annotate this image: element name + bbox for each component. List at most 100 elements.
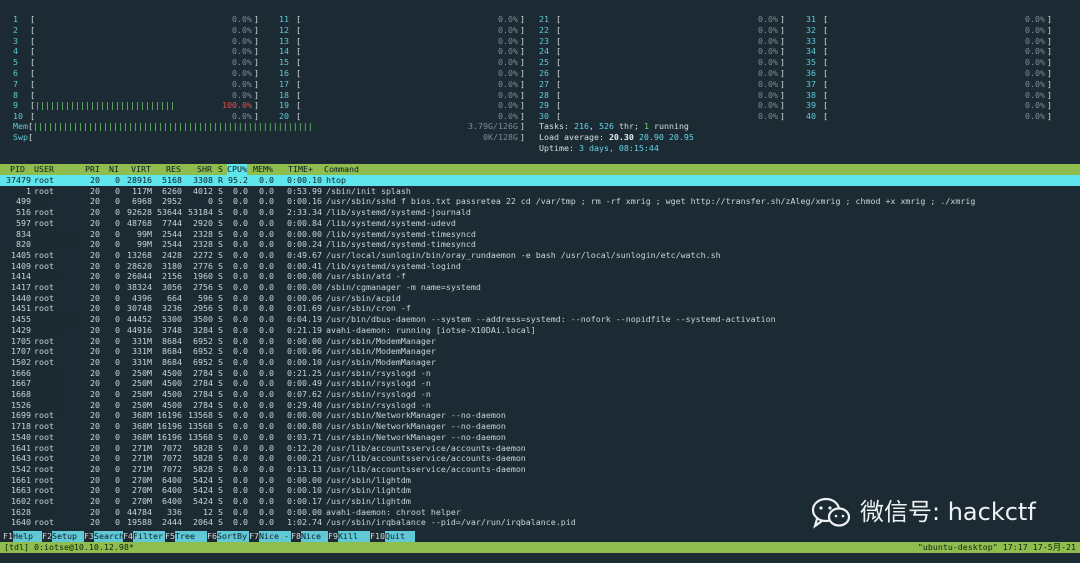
process-row[interactable]: 820 systemd-t 20 0 99M 2544 2328 S 0.0 0.0 0:00.24… (0, 239, 1080, 250)
column-cpu-sorted[interactable]: CPU% (227, 164, 247, 175)
function-key-f10[interactable]: F10 (370, 531, 385, 542)
process-nice: 0 (115, 421, 120, 432)
process-nice: 0 (115, 378, 120, 389)
process-row[interactable]: 1409 root 20 0 28620 3180 2776 S 0.0 0.0 0:00.41/l… (0, 261, 1080, 272)
process-row[interactable]: 1455 messagebu 20 0 44452 5300 3500 S 0.0 0.0 0:04… (0, 314, 1080, 325)
process-row[interactable]: 1661 root 20 0 270M 6400 5424 S 0.0 0.0 0:00.00/us… (0, 475, 1080, 486)
column-mem[interactable]: MEM% (253, 164, 273, 175)
process-row[interactable]: 1429 avahi 20 0 44916 3748 3284 S 0.0 0.0 0:21.19 a… (0, 325, 1080, 336)
process-state: S (218, 506, 223, 517)
function-key-f1[interactable]: F1 (3, 531, 13, 542)
process-mem: 0.0 (259, 421, 274, 432)
process-cpu: 0.0 (233, 367, 248, 378)
process-row[interactable]: 1666 syslog 20 0 250M 4500 2784 S 0.0 0.0 0:21.25 /… (0, 368, 1080, 379)
process-row[interactable]: 1405 root 20 0 13268 2428 2272 S 0.0 0.0 0:49.67/u… (0, 250, 1080, 261)
column-shr[interactable]: SHR (197, 164, 212, 175)
function-key-f7[interactable]: F7 (249, 531, 259, 542)
process-mem: 0.0 (259, 185, 274, 196)
process-time: 0:00.00 (287, 506, 322, 517)
process-row[interactable]: 1705 root 20 0 331M 8684 6952 S 0.0 0.0 0:00.00/us… (0, 336, 1080, 347)
process-cpu: 0.0 (233, 335, 248, 346)
function-key-label-nice[interactable]: Nice - (259, 531, 291, 542)
process-user: avahi (34, 324, 59, 335)
process-row[interactable]: 1451 root 20 0 30748 3236 2956 S 0.0 0.0 0:01.69/u… (0, 303, 1080, 314)
process-cpu: 0.0 (233, 463, 248, 474)
meter-bracket-close: ] (1047, 24, 1052, 35)
process-row[interactable]: 597 root 20 0 48768 7744 2920 S 0.0 0.0 0:00.84/li… (0, 218, 1080, 229)
process-row[interactable]: 1663 root 20 0 270M 6400 5424 S 0.0 0.0 0:00.10/us… (0, 485, 1080, 496)
process-row[interactable]: 1667 syslog 20 0 250M 4500 2784 S 0.0 0.0 0:00.49 /… (0, 378, 1080, 389)
process-row[interactable]: 1542 root 20 0 271M 7072 5828 S 0.0 0.0 0:13.13/us… (0, 464, 1080, 475)
process-row[interactable]: 1641 root 20 0 271M 7072 5828 S 0.0 0.0 0:12.20/us… (0, 443, 1080, 454)
cpu-meter: 2 [0.0%] (13, 25, 259, 36)
meter-bracket-open: [ (30, 68, 35, 78)
process-row[interactable]: 1417 root 20 0 38324 3056 2756 S 0.0 0.0 0:00.00/s… (0, 282, 1080, 293)
function-key-label-kill[interactable]: Kill (338, 531, 370, 542)
function-key-label-setup[interactable]: Setup (52, 531, 84, 542)
column-command[interactable]: Command (324, 164, 359, 175)
process-pid: 834 (16, 228, 31, 239)
process-cpu: 0.0 (233, 314, 248, 325)
process-command: /usr/sbin/lightdm (326, 485, 411, 496)
meter-bracket-open: [ (296, 35, 301, 46)
process-command: /usr/sbin/rsyslogd -n (326, 378, 431, 389)
process-pid: 1440 (11, 292, 31, 303)
cpu-meter-id: 8 (13, 89, 18, 100)
process-row[interactable]: 516 root 20 0 92628 53644 53184 S 0.0 0.0 2:33.34 /… (0, 207, 1080, 218)
process-row[interactable]: 1699 root 20 0 368M 16196 13568 S 0.0 0.0 0:00.00 /… (0, 410, 1080, 421)
process-row[interactable]: 1718 root 20 0 368M 16196 13568 S 0.0 0.0 0:00.80 /… (0, 421, 1080, 432)
process-row[interactable]: 1668 syslog 20 0 250M 4500 2784 S 0.0 0.0 0:07.62 /… (0, 389, 1080, 400)
column-res[interactable]: RES (166, 164, 181, 175)
process-state: S (218, 453, 223, 464)
process-row[interactable]: 1526 syslog 20 0 250M 4500 2784 S 0.0 0.0 0:29.40 /… (0, 400, 1080, 411)
function-key-label-help[interactable]: Help (13, 531, 42, 542)
cpu-meter-id: 26 (539, 68, 549, 78)
function-key-label-filter[interactable]: Filter (133, 531, 165, 542)
meter-bracket-close: ] (780, 14, 785, 24)
column-user[interactable]: USER (34, 164, 54, 175)
function-key-f2[interactable]: F2 (42, 531, 52, 542)
function-key-label-quit[interactable]: Quit (385, 531, 415, 542)
function-key-label-sortby[interactable]: SortBy (217, 531, 249, 542)
meter-bracket-close: ] (1047, 35, 1052, 46)
function-key-f9[interactable]: F9 (328, 531, 338, 542)
process-row[interactable]: 1 root 20 0 117M 6260 4012 S 0.0 0.0 0:53.99/sbin/… (0, 186, 1080, 197)
cpu-meter-percent: 0.0% (758, 57, 778, 68)
process-res: 4500 (162, 389, 182, 399)
function-key-f6[interactable]: F6 (207, 531, 217, 542)
process-row[interactable]: 1643 root 20 0 271M 7072 5828 S 0.0 0.0 0:00.21/us… (0, 453, 1080, 464)
function-key-label-search[interactable]: Search (94, 531, 124, 542)
process-row[interactable]: 1707 root 20 0 331M 8684 6952 S 0.0 0.0 0:00.06/us… (0, 346, 1080, 357)
function-key-f4[interactable]: F4 (123, 531, 133, 542)
column-pid[interactable]: PID (10, 164, 25, 175)
process-row[interactable]: 499 lpz 20 0 6968 2952 0 S 0.0 0.0 0:00.16/usr/sbi… (0, 196, 1080, 207)
function-key-f8[interactable]: F8 (291, 531, 301, 542)
meter-bracket-close: ] (520, 100, 525, 111)
process-row[interactable]: 1414 daemon 20 0 26044 2156 1960 S 0.0 0.0 0:00.00… (0, 271, 1080, 282)
process-cpu: 0.0 (233, 453, 248, 464)
cpu-meter-id: 38 (806, 89, 816, 100)
column-time[interactable]: TIME+ (288, 164, 313, 175)
process-row[interactable]: 37479 root 20 0 28916 5168 3308 R 95.2 0.0 0:00.10… (0, 175, 1080, 186)
cpu-meter: 5 [0.0%] (13, 57, 259, 68)
function-key-f3[interactable]: F3 (84, 531, 94, 542)
process-row[interactable]: 1540 root 20 0 368M 16196 13568 S 0.0 0.0 0:03.71 /… (0, 432, 1080, 443)
process-row[interactable]: 1502 root 20 0 331M 8684 6952 S 0.0 0.0 0:00.10/us… (0, 357, 1080, 368)
process-virt: 368M (132, 421, 152, 432)
function-key-label-tree[interactable]: Tree (175, 531, 207, 542)
cpu-meter: 19 [0.0%] (279, 100, 525, 111)
function-key-f5[interactable]: F5 (165, 531, 175, 542)
process-row[interactable]: 1440 root 20 0 4396 664 596 S 0.0 0.0 0:00.06/usr/… (0, 293, 1080, 304)
function-key-label-nice[interactable]: Nice + (301, 531, 328, 552)
column-virt[interactable]: VIRT (131, 164, 151, 175)
column-ni[interactable]: NI (109, 164, 119, 175)
meter-bracket-open: [ (296, 89, 301, 100)
process-row[interactable]: 834 systemd-t 20 0 99M 2544 2328 S 0.0 0.0 0:00.00… (0, 229, 1080, 240)
process-res: 7744 (162, 217, 182, 228)
column-state[interactable]: S (218, 164, 223, 175)
process-command: htop (326, 175, 346, 185)
process-cpu: 0.0 (233, 399, 248, 410)
process-time: 0:00.00 (287, 335, 322, 346)
process-state: S (218, 303, 223, 314)
column-pri[interactable]: PRI (85, 164, 100, 175)
